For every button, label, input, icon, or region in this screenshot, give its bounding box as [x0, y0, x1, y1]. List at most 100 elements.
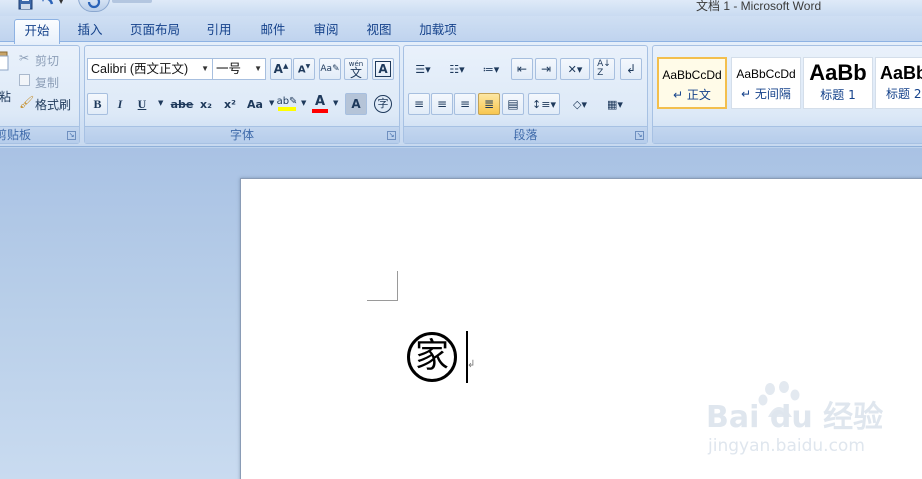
- change-case-button[interactable]: Aa: [243, 93, 267, 115]
- phonetic-guide-button[interactable]: wén 文: [344, 58, 368, 80]
- font-color-button[interactable]: A: [310, 92, 330, 114]
- shrink-font-icon: A▼: [297, 62, 311, 76]
- undo-dropdown-icon[interactable]: ▼: [58, 0, 64, 5]
- copy-label: 复制: [35, 76, 60, 90]
- margin-marker-vertical: [397, 271, 398, 301]
- clear-formatting-button[interactable]: Aa✎: [319, 58, 341, 80]
- tab-home[interactable]: 开始: [14, 19, 60, 44]
- char-shading-button[interactable]: A: [345, 93, 367, 115]
- sort-icon: A↓ Z: [597, 59, 611, 78]
- strikethrough-button[interactable]: abe: [171, 93, 194, 115]
- align-center-button[interactable]: ≡: [431, 93, 453, 115]
- multilevel-list-button[interactable]: ≔▾: [476, 58, 506, 80]
- quick-access-extra: [112, 0, 152, 3]
- tab-insert[interactable]: 插入: [68, 19, 112, 41]
- redo-button[interactable]: [78, 0, 110, 12]
- ribbon: 粘 ✂ 剪切 复制 🖌 格式刷 剪贴板 ↘ Calibri (西文正文) ▼ 一…: [0, 41, 922, 147]
- redo-icon: [87, 0, 101, 9]
- save-icon[interactable]: [18, 0, 34, 10]
- pilcrow-icon: ↲: [625, 62, 637, 76]
- copy-icon: [19, 74, 30, 86]
- style-heading-2-name: 标题 2: [886, 87, 922, 101]
- align-right-button[interactable]: ≡: [454, 93, 476, 115]
- underline-dropdown-icon[interactable]: ▼: [158, 99, 163, 107]
- highlight-color-bar: [278, 106, 296, 111]
- char-border-button[interactable]: A: [372, 58, 394, 80]
- bold-button[interactable]: B: [87, 93, 108, 115]
- align-left-button[interactable]: ≡: [408, 93, 430, 115]
- superscript-button[interactable]: x²: [219, 93, 241, 115]
- change-case-dropdown-icon[interactable]: ▼: [269, 99, 274, 107]
- show-marks-button[interactable]: ↲: [620, 58, 642, 80]
- tab-addins[interactable]: 加载项: [410, 19, 466, 41]
- paragraph-launcher-icon[interactable]: ↘: [635, 131, 644, 140]
- highlight-dropdown-icon[interactable]: ▼: [301, 99, 306, 107]
- tab-review[interactable]: 审阅: [304, 19, 348, 41]
- justify-button[interactable]: ≣: [478, 93, 500, 115]
- cut-button[interactable]: ✂ 剪切: [19, 51, 79, 68]
- sort-button[interactable]: A↓ Z: [593, 58, 615, 80]
- ribbon-tabs: 开始 插入 页面布局 引用 邮件 审阅 视图 加载项: [0, 16, 922, 44]
- highlighter-icon: ab✎: [276, 95, 298, 107]
- style-no-spacing[interactable]: AaBbCcDd ↵ 无间隔: [731, 57, 801, 109]
- style-heading-2-sample: AaBb: [880, 63, 922, 83]
- align-center-icon: ≡: [436, 97, 448, 111]
- format-painter-button[interactable]: 🖌 格式刷: [19, 95, 79, 112]
- subscript-button[interactable]: x₂: [195, 93, 217, 115]
- enclose-char-icon: 字: [374, 95, 392, 113]
- borders-button[interactable]: ▦▾: [599, 93, 631, 115]
- decrease-indent-button[interactable]: ⇤: [511, 58, 533, 80]
- paint-bucket-icon: ◇▾: [573, 97, 587, 111]
- phonetic-icon: 文: [349, 66, 362, 80]
- style-heading-2[interactable]: AaBb 标题 2: [875, 57, 922, 109]
- clipboard-launcher-icon[interactable]: ↘: [67, 131, 76, 140]
- font-group-label: 字体: [85, 126, 399, 143]
- italic-button[interactable]: I: [111, 93, 129, 115]
- style-normal[interactable]: AaBbCcDd ↵ 正文: [657, 57, 727, 109]
- style-heading-1[interactable]: AaBb 标题 1: [803, 57, 873, 109]
- margin-marker: [367, 300, 398, 301]
- style-no-spacing-sample: AaBbCcDd: [736, 67, 796, 81]
- chinese-layout-icon: ✕▾: [567, 62, 583, 76]
- style-heading-1-sample: AaBb: [809, 60, 867, 85]
- enclosed-character[interactable]: 家: [407, 332, 457, 382]
- numbered-list-icon: ☷▾: [449, 62, 465, 76]
- tab-mailings[interactable]: 邮件: [251, 19, 295, 41]
- tab-references[interactable]: 引用: [197, 19, 241, 41]
- line-spacing-button[interactable]: ↕≡▾: [528, 93, 560, 115]
- distributed-button[interactable]: ▤: [502, 93, 524, 115]
- shrink-font-button[interactable]: A▼: [293, 58, 315, 80]
- underline-button[interactable]: U: [133, 93, 151, 115]
- undo-icon[interactable]: [40, 0, 56, 10]
- distributed-icon: ▤: [507, 97, 519, 111]
- font-color-dropdown-icon[interactable]: ▼: [333, 99, 338, 107]
- justify-icon: ≣: [483, 97, 495, 111]
- paste-label: 粘: [0, 90, 12, 104]
- chinese-layout-button[interactable]: ✕▾: [560, 58, 590, 80]
- styles-group-label: [653, 126, 922, 143]
- font-size-select[interactable]: 一号 ▼: [212, 58, 266, 80]
- font-color-bar: [312, 108, 328, 113]
- highlight-button[interactable]: ab✎: [275, 92, 299, 114]
- paragraph-group: ☰▾ ☷▾ ≔▾ ⇤ ⇥ ✕▾ A↓ Z ↲ ≡ ≡ ≡ ≣ ▤ ↕≡▾ ◇▾ ▦…: [403, 45, 648, 144]
- style-normal-sample: AaBbCcDd: [662, 68, 722, 82]
- text-cursor: [466, 331, 468, 383]
- increase-indent-button[interactable]: ⇥: [535, 58, 557, 80]
- numbering-button[interactable]: ☷▾: [442, 58, 472, 80]
- eraser-icon: Aa✎: [320, 64, 340, 74]
- style-normal-name: ↵ 正文: [673, 88, 711, 102]
- tab-view[interactable]: 视图: [357, 19, 401, 41]
- grow-font-button[interactable]: A▲: [270, 58, 292, 80]
- shading-button[interactable]: ◇▾: [564, 93, 596, 115]
- font-name-select[interactable]: Calibri (西文正文) ▼: [87, 58, 213, 80]
- line-spacing-icon: ↕≡▾: [532, 97, 556, 111]
- bullets-button[interactable]: ☰▾: [408, 58, 438, 80]
- enclose-char-button[interactable]: 字: [372, 93, 394, 115]
- paste-button[interactable]: 粘: [0, 48, 11, 110]
- bullet-list-icon: ☰▾: [415, 62, 431, 76]
- scissors-icon: ✂: [19, 51, 30, 65]
- tab-page-layout[interactable]: 页面布局: [122, 19, 188, 41]
- font-launcher-icon[interactable]: ↘: [387, 131, 396, 140]
- copy-button[interactable]: 复制: [19, 74, 79, 90]
- paragraph-group-label: 段落: [404, 126, 647, 143]
